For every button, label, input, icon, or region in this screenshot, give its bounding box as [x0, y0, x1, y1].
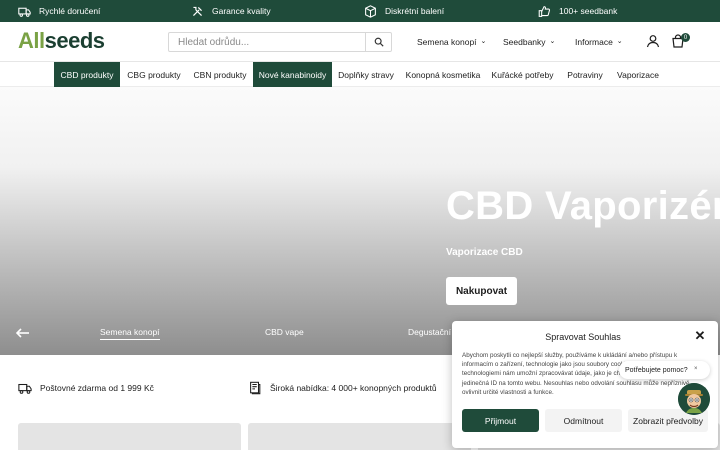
category-konopna-kosmetika[interactable]: Konopná kosmetika	[404, 62, 482, 87]
box-icon	[364, 4, 377, 18]
nav-label: Seedbanky	[503, 37, 546, 47]
reject-button[interactable]: Odmítnout	[545, 409, 622, 432]
perk-discreet: Diskrétní balení	[364, 0, 444, 22]
nav-label: Informace	[575, 37, 613, 47]
feature-wide-selection: Široká nabídka: 4 000+ konopných produkt…	[248, 381, 437, 395]
category-doplnky-stravy[interactable]: Doplňky stravy	[336, 62, 396, 87]
logo-seeds: seeds	[44, 28, 105, 53]
close-icon[interactable]: ✕	[693, 328, 707, 343]
product-card[interactable]	[248, 423, 471, 450]
help-close-icon[interactable]: ×	[694, 366, 698, 372]
search-box: Hledat odrůdu...	[168, 32, 392, 52]
feature-label: Poštovné zdarma od 1 999 Kč	[40, 383, 154, 393]
perk-quality: Garance kvality	[191, 0, 271, 22]
slide-tab-degustacni[interactable]: Degustační b	[408, 327, 458, 339]
nav-semena-konopi[interactable]: Semena konopí ⌄	[417, 37, 486, 47]
cookie-consent-dialog: Spravovat Souhlas ✕ Abychom poskytli co …	[452, 321, 718, 448]
site-logo[interactable]: Allseeds	[18, 28, 105, 54]
perk-label: Rychlé doručení	[39, 6, 101, 16]
slide-tab-semena-konopi[interactable]: Semena konopí	[100, 327, 160, 340]
perk-fast-delivery: Rychlé doručení	[18, 0, 100, 22]
category-nove-kanabinoidy[interactable]: Nové kanabinoidy	[253, 62, 332, 87]
perk-label: Diskrétní balení	[385, 6, 445, 16]
accept-button[interactable]: Přijmout	[462, 409, 539, 432]
site-header: Allseeds Hledat odrůdu... Semena konopí …	[0, 22, 720, 62]
hero-title: CBD Vaporizéry	[446, 184, 720, 228]
slide-tab-cbd-vape[interactable]: CBD vape	[265, 327, 304, 339]
feature-free-shipping: Poštovné zdarma od 1 999 Kč	[18, 381, 154, 395]
help-label: Potřebujete pomoc?	[625, 366, 688, 374]
search-button[interactable]	[365, 33, 391, 51]
mascot-icon	[678, 383, 710, 415]
cart-count-badge: 0	[681, 33, 690, 42]
category-cbd-produkty[interactable]: CBD produkty	[54, 62, 120, 87]
truck-icon	[18, 5, 31, 18]
tools-icon	[191, 5, 204, 18]
product-card[interactable]	[18, 423, 241, 450]
logo-all: All	[18, 28, 45, 53]
category-potraviny[interactable]: Potraviny	[564, 62, 606, 87]
nav-informace[interactable]: Informace ⌄	[575, 37, 623, 47]
chevron-down-icon: ⌄	[616, 38, 623, 45]
feature-label: Široká nabídka: 4 000+ konopných produkt…	[270, 383, 437, 393]
category-cbn-produkty[interactable]: CBN produkty	[189, 62, 251, 87]
catalog-icon	[250, 381, 261, 395]
hero-subtitle: Vaporizace CBD	[446, 247, 523, 258]
search-icon	[374, 37, 384, 47]
chevron-down-icon: ⌄	[480, 38, 487, 45]
account-button[interactable]	[646, 34, 660, 48]
category-kuracke-potreby[interactable]: Kuřácké potřeby	[489, 62, 556, 87]
promo-bar: Rychlé doručení Garance kvality Diskrétn…	[0, 0, 720, 22]
category-vaporizace[interactable]: Vaporizace	[614, 62, 662, 87]
page: Rychlé doručení Garance kvality Diskrétn…	[0, 0, 720, 450]
hero-cta-button[interactable]: Nakupovat	[446, 277, 517, 305]
thumbs-up-icon	[538, 5, 551, 18]
consent-title: Spravovat Souhlas	[545, 332, 621, 342]
arrow-left-icon	[15, 328, 29, 338]
chevron-down-icon: ⌄	[549, 38, 556, 45]
nav-label: Semena konopí	[417, 37, 477, 47]
user-icon	[646, 35, 660, 48]
perk-label: 100+ seedbank	[559, 6, 618, 16]
search-input[interactable]: Hledat odrůdu...	[169, 33, 365, 51]
perk-label: Garance kvality	[212, 6, 271, 16]
nav-seedbanky[interactable]: Seedbanky ⌄	[503, 37, 555, 47]
hero-banner: CBD Vaporizéry Vaporizace CBD Nakupovat …	[0, 87, 720, 355]
delivery-truck-icon	[18, 383, 32, 394]
perk-seedbanks: 100+ seedbank	[538, 0, 617, 22]
category-cbg-produkty[interactable]: CBG produkty	[123, 62, 185, 87]
hero-prev-button[interactable]	[15, 325, 30, 338]
chat-avatar-button[interactable]	[678, 383, 710, 415]
category-bar: CBD produkty CBG produkty CBN produkty N…	[0, 62, 720, 87]
